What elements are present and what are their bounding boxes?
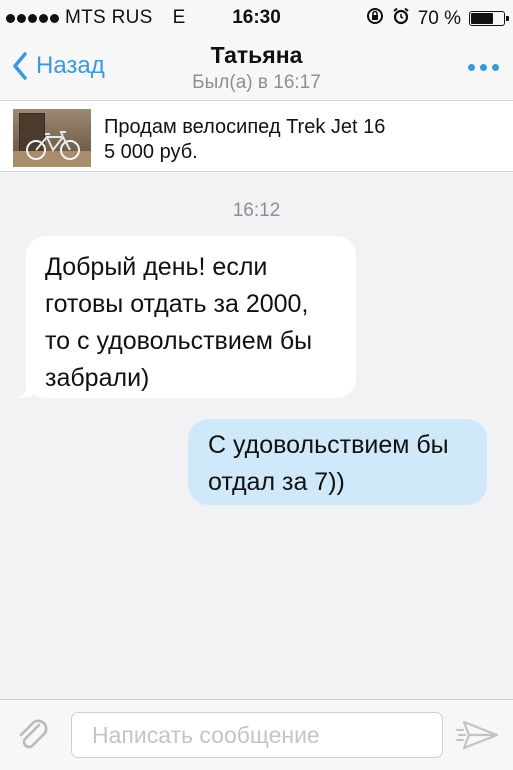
listing-header[interactable]: Продам велосипед Trek Jet 16 5 000 руб. [0, 100, 513, 172]
listing-price: 5 000 руб. [104, 141, 198, 163]
rotation-lock-icon [366, 7, 384, 30]
message-composer [0, 699, 513, 770]
message-line: С удовольствием бы [208, 431, 449, 459]
status-bar: MTS RUS E 16:30 70 % [0, 0, 513, 36]
alarm-icon [392, 7, 410, 30]
bicycle-icon [26, 131, 80, 160]
message-line: отдал за 7)) [208, 468, 345, 496]
message-line: забрали) [45, 364, 150, 392]
listing-thumbnail [13, 109, 91, 167]
status-right: 70 % [366, 7, 509, 30]
battery-percent: 70 % [417, 7, 461, 29]
battery-icon [469, 11, 509, 26]
more-options-icon[interactable] [468, 64, 499, 71]
incoming-message-bubble: Добрый день! если готовы отдать за 2000,… [10, 236, 356, 398]
contact-name: Татьяна [210, 42, 303, 68]
message-input[interactable] [71, 712, 443, 758]
paperclip-icon[interactable] [16, 716, 52, 761]
outgoing-message-bubble: С удовольствием бы отдал за 7)) [188, 419, 487, 505]
send-icon[interactable] [456, 719, 500, 756]
message-line: Добрый день! если [45, 253, 268, 281]
message-line: готовы отдать за 2000, [45, 290, 309, 318]
listing-title: Продам велосипед Trek Jet 16 [104, 116, 386, 138]
last-seen-status: Был(а) в 16:17 [192, 72, 321, 93]
message-timestamp: 16:12 [232, 200, 281, 221]
message-line: то с удовольствием бы [45, 327, 313, 355]
navigation-bar: Назад Татьяна Был(а) в 16:17 [0, 36, 513, 100]
